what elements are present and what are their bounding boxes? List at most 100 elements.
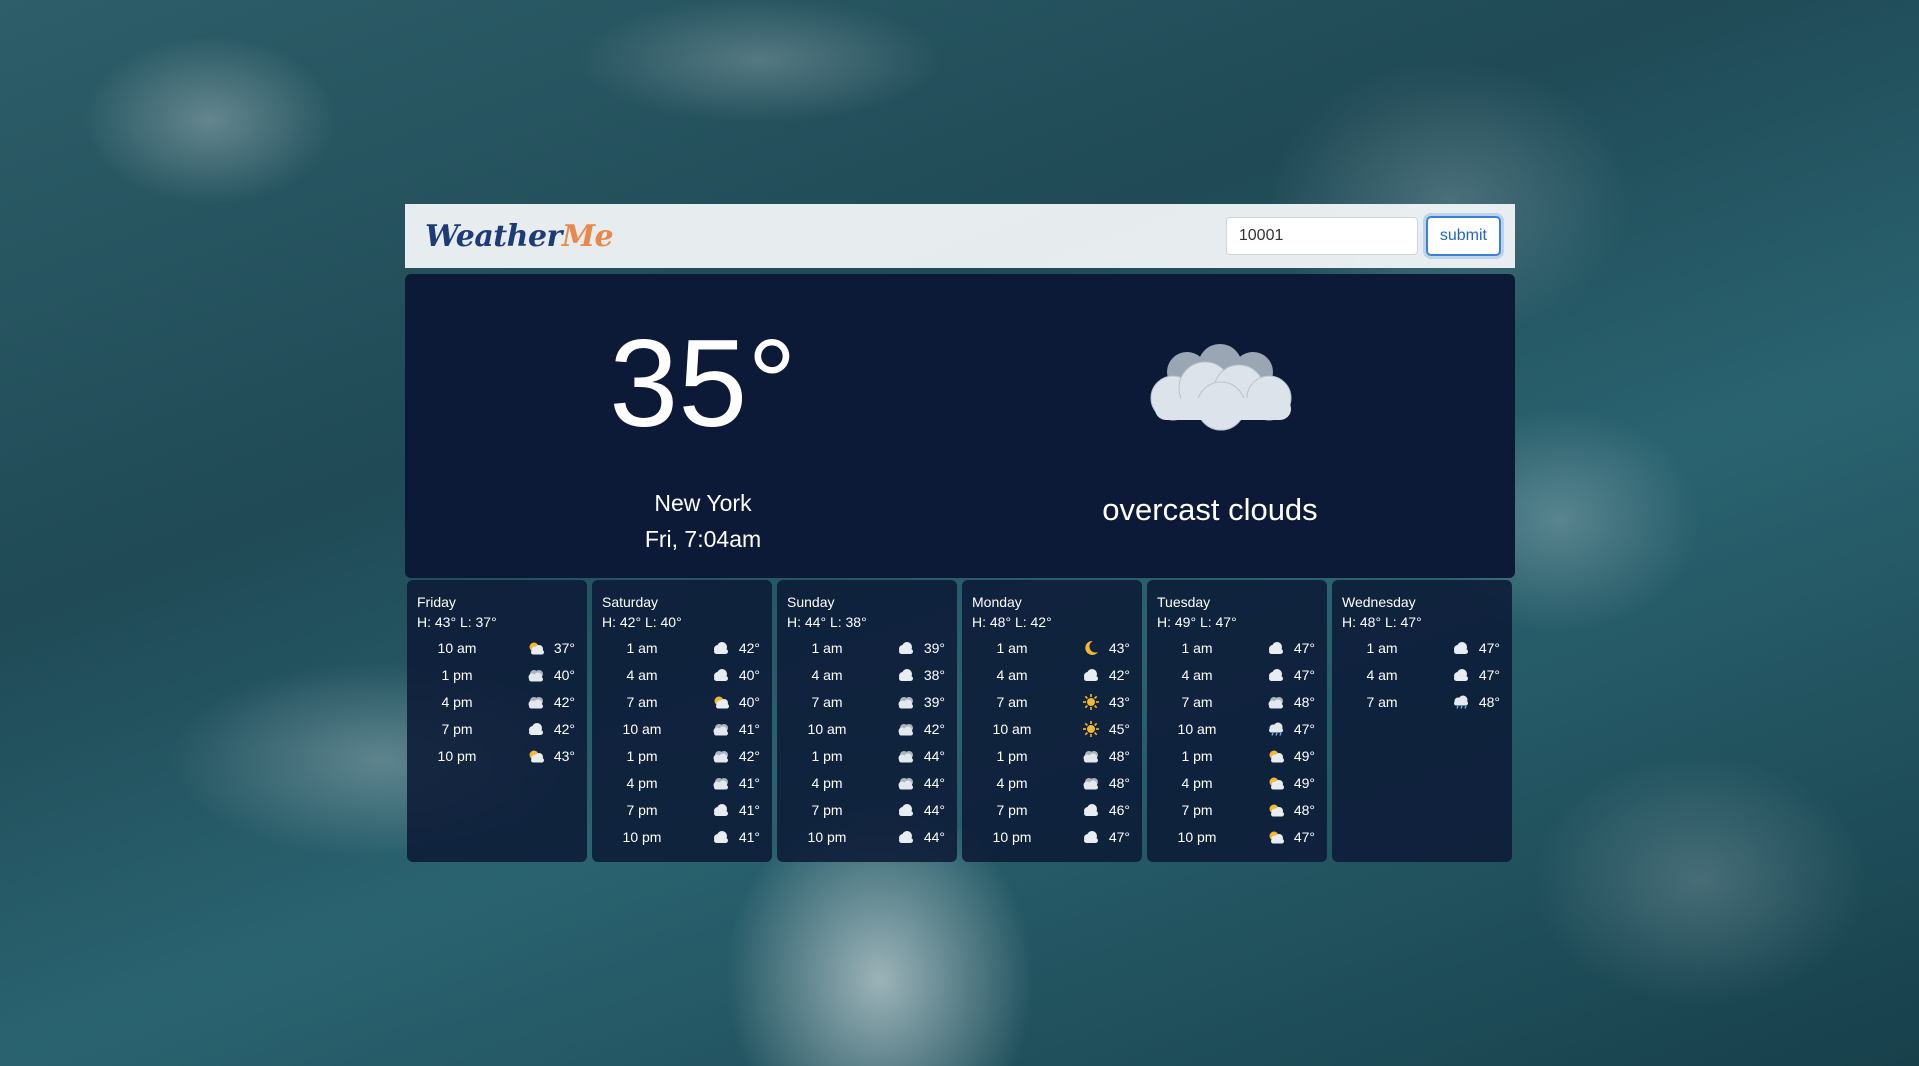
hourly-forecast-row: 1 pm 40° bbox=[417, 661, 577, 688]
overcast-icon bbox=[692, 749, 730, 763]
hour-temperature: 37° bbox=[553, 639, 575, 656]
forecast-day-name: Monday bbox=[972, 594, 1022, 610]
city-name: New York bbox=[654, 490, 752, 516]
hour-time: 4 pm bbox=[1181, 774, 1213, 791]
hour-temperature: 39° bbox=[923, 693, 945, 710]
hourly-forecast-row: 4 pm 42° bbox=[417, 688, 577, 715]
hour-time: 1 am bbox=[626, 639, 658, 656]
hour-time: 7 pm bbox=[626, 801, 658, 818]
hour-time: 7 pm bbox=[996, 801, 1028, 818]
overcast-icon bbox=[877, 749, 915, 763]
brand-logo-me: Me bbox=[561, 218, 614, 254]
hour-time: 7 am bbox=[996, 693, 1028, 710]
submit-button[interactable]: submit bbox=[1425, 216, 1501, 256]
hourly-forecast-row: 4 am 47° bbox=[1342, 661, 1502, 688]
hourly-forecast-row: 10 pm 47° bbox=[1157, 823, 1317, 850]
forecast-day-name: Tuesday bbox=[1157, 594, 1211, 610]
hourly-forecast-row: 1 pm 49° bbox=[1157, 742, 1317, 769]
overcast-icon bbox=[877, 722, 915, 736]
cloud-icon bbox=[692, 830, 730, 844]
forecast-day-saturday: Saturday H: 42° L: 40° 1 am 42° 4 am 40° 7 am 4… bbox=[592, 580, 772, 862]
hourly-forecast-row: 4 pm 44° bbox=[787, 769, 947, 796]
hourly-forecast-row: 7 pm 44° bbox=[787, 796, 947, 823]
cloud-icon bbox=[1062, 830, 1100, 844]
forecast-day-sunday: Sunday H: 44° L: 38° 1 am 39° 4 am 38° 7 am 39°… bbox=[777, 580, 957, 862]
hour-temperature: 43° bbox=[1108, 639, 1130, 656]
hour-time: 10 am bbox=[437, 639, 477, 656]
partly-cloudy-icon bbox=[1247, 803, 1285, 817]
hour-time: 4 am bbox=[811, 666, 843, 683]
forecast-high-low: H: 44° L: 38° bbox=[787, 614, 867, 630]
hourly-forecast-row: 4 pm 48° bbox=[972, 769, 1132, 796]
sun-icon bbox=[1062, 693, 1100, 711]
hour-time: 10 pm bbox=[437, 747, 477, 764]
zip-search-form: submit bbox=[1225, 216, 1501, 256]
daily-forecast: Friday H: 43° L: 37° 10 am 37° 1 pm 40° 4 pm 42… bbox=[405, 580, 1515, 862]
cloud-icon bbox=[1432, 668, 1470, 682]
hour-temperature: 48° bbox=[1293, 801, 1315, 818]
hour-temperature: 42° bbox=[923, 720, 945, 737]
current-weather-panel: 35° New York Fri, 7:04am overcast clouds bbox=[405, 274, 1515, 578]
overcast-icon bbox=[692, 722, 730, 736]
hour-time: 7 am bbox=[1181, 693, 1213, 710]
hour-temperature: 47° bbox=[1293, 828, 1315, 845]
hour-temperature: 48° bbox=[1108, 774, 1130, 791]
hourly-forecast-row: 4 am 40° bbox=[602, 661, 762, 688]
cloud-icon bbox=[1062, 803, 1100, 817]
hour-time: 1 pm bbox=[626, 747, 658, 764]
overcast-icon bbox=[877, 695, 915, 709]
hourly-forecast-row: 1 am 42° bbox=[602, 634, 762, 661]
hour-time: 4 am bbox=[996, 666, 1028, 683]
brand-logo[interactable]: WeatherMe bbox=[425, 218, 614, 254]
hour-temperature: 42° bbox=[1108, 666, 1130, 683]
forecast-high-low: H: 49° L: 47° bbox=[1157, 614, 1237, 630]
cloud-icon bbox=[877, 803, 915, 817]
forecast-high-low: H: 43° L: 37° bbox=[417, 614, 497, 630]
hour-temperature: 48° bbox=[1108, 747, 1130, 764]
overcast-icon bbox=[692, 776, 730, 790]
hourly-forecast-row: 7 am 48° bbox=[1342, 688, 1502, 715]
overcast-clouds-icon bbox=[1145, 336, 1295, 437]
rain-icon bbox=[1247, 722, 1285, 736]
partly-cloudy-icon bbox=[1247, 776, 1285, 790]
hourly-forecast-row: 7 pm 46° bbox=[972, 796, 1132, 823]
hour-temperature: 44° bbox=[923, 747, 945, 764]
hour-temperature: 48° bbox=[1293, 693, 1315, 710]
hour-temperature: 40° bbox=[738, 693, 760, 710]
partly-cloudy-icon bbox=[1247, 830, 1285, 844]
forecast-day-name: Sunday bbox=[787, 594, 835, 610]
weather-app: WeatherMe submit 35° New York Fri, 7:04a… bbox=[405, 204, 1515, 862]
hourly-forecast-row: 4 am 47° bbox=[1157, 661, 1317, 688]
hour-temperature: 49° bbox=[1293, 747, 1315, 764]
hour-temperature: 40° bbox=[738, 666, 760, 683]
hourly-forecast-row: 7 pm 42° bbox=[417, 715, 577, 742]
hour-time: 1 am bbox=[1181, 639, 1213, 656]
hour-time: 10 pm bbox=[807, 828, 847, 845]
cloud-icon bbox=[692, 803, 730, 817]
hour-time: 10 am bbox=[807, 720, 847, 737]
hourly-forecast-row: 1 am 47° bbox=[1342, 634, 1502, 661]
rain-icon bbox=[1432, 695, 1470, 709]
cloud-icon bbox=[692, 668, 730, 682]
hourly-forecast-row: 10 pm 41° bbox=[602, 823, 762, 850]
overcast-icon bbox=[1247, 695, 1285, 709]
hour-time: 4 am bbox=[1366, 666, 1398, 683]
current-time: Fri, 7:04am bbox=[644, 526, 762, 552]
overcast-icon bbox=[507, 668, 545, 682]
cloud-icon bbox=[1247, 668, 1285, 682]
hour-time: 10 pm bbox=[1177, 828, 1217, 845]
moon-icon bbox=[1062, 639, 1100, 657]
zip-code-input[interactable] bbox=[1225, 217, 1418, 255]
hour-time: 10 pm bbox=[622, 828, 662, 845]
hour-time: 4 pm bbox=[441, 693, 473, 710]
hour-time: 10 am bbox=[1177, 720, 1217, 737]
hourly-forecast-row: 1 am 47° bbox=[1157, 634, 1317, 661]
hourly-forecast-row: 10 pm 44° bbox=[787, 823, 947, 850]
hour-temperature: 47° bbox=[1478, 666, 1500, 683]
hour-time: 1 am bbox=[996, 639, 1028, 656]
hour-time: 7 pm bbox=[441, 720, 473, 737]
hour-time: 4 pm bbox=[811, 774, 843, 791]
navbar: WeatherMe submit bbox=[405, 204, 1515, 268]
hour-temperature: 47° bbox=[1293, 666, 1315, 683]
forecast-day-wednesday: Wednesday H: 48° L: 47° 1 am 47° 4 am 47° 7 am… bbox=[1332, 580, 1512, 862]
